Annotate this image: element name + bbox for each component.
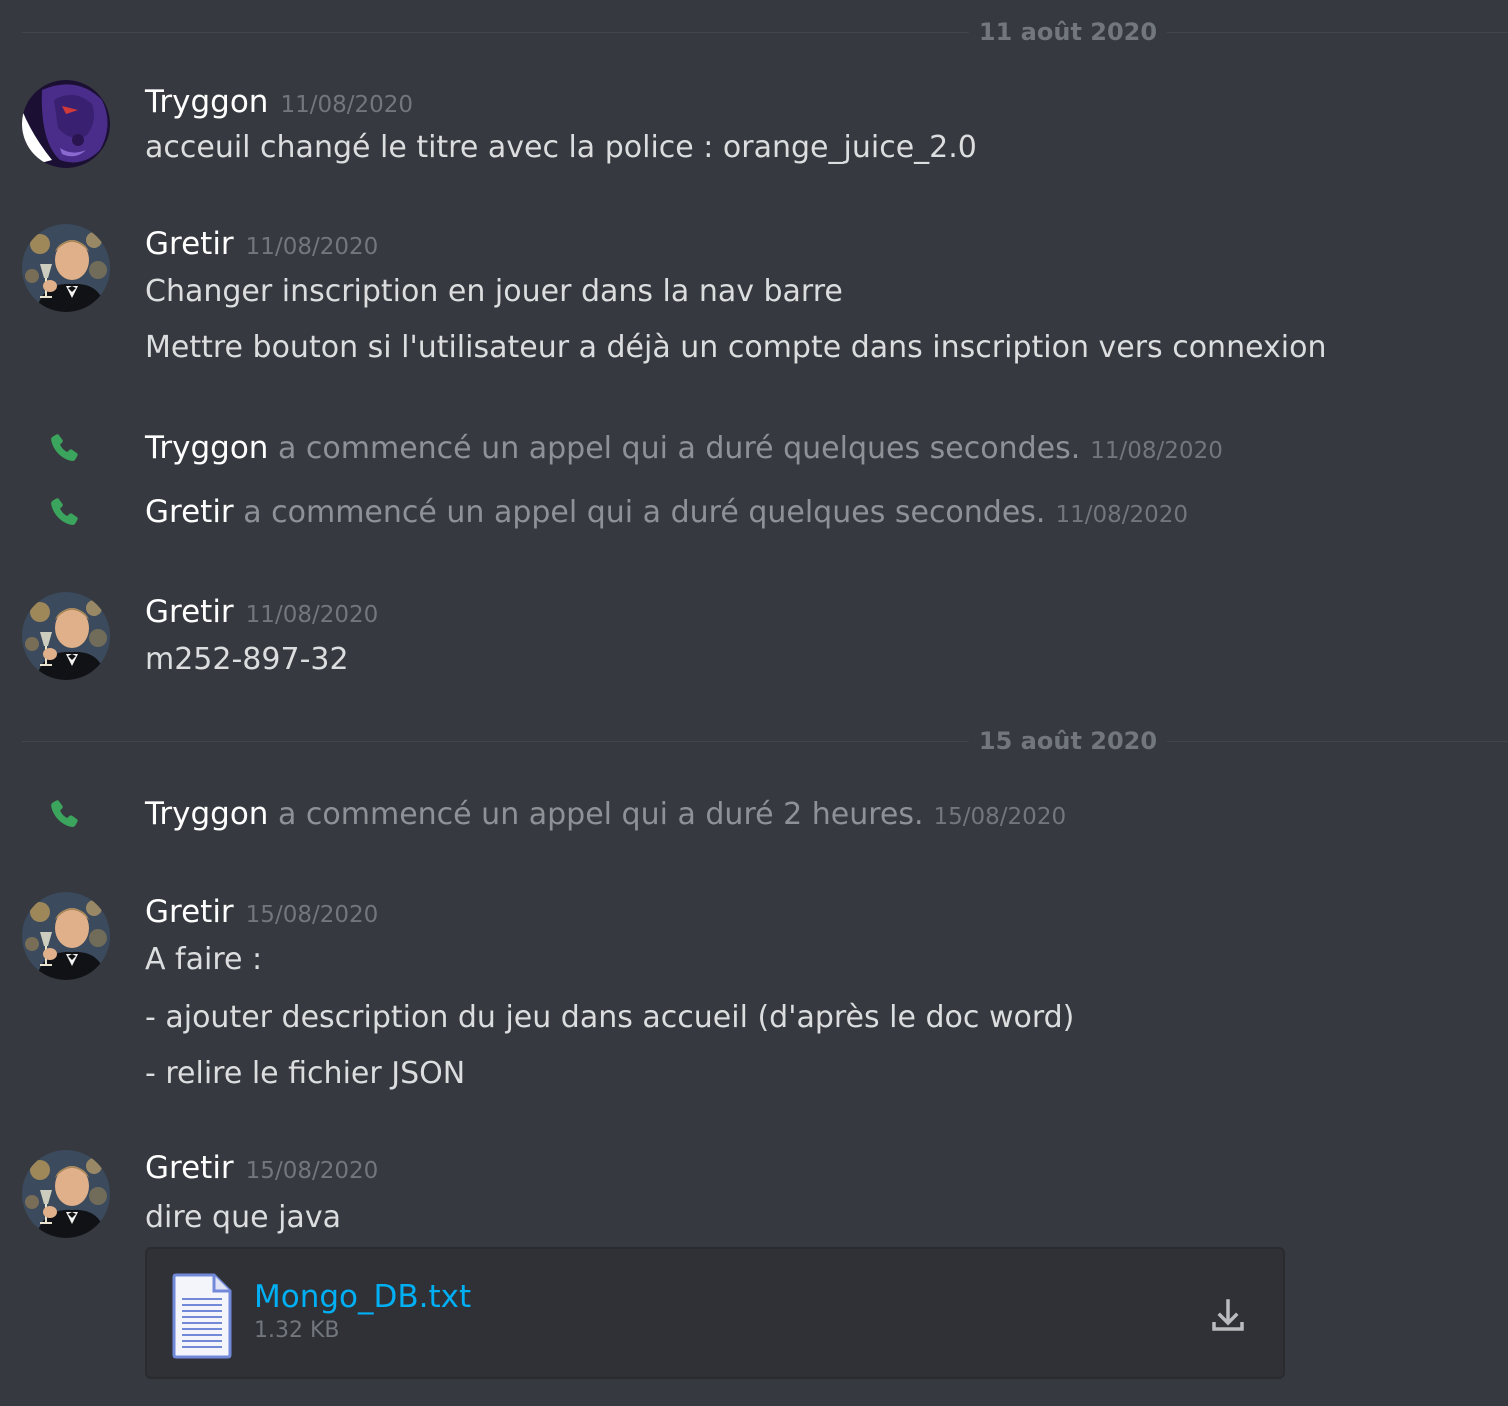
tryggon-avatar[interactable] xyxy=(22,80,110,168)
timestamp[interactable]: 11/08/2020 xyxy=(1055,502,1188,528)
call-text: a commencé un appel qui a duré quelques … xyxy=(243,495,1046,530)
message-text: - ajouter description du jeu dans accuei… xyxy=(145,1000,1075,1035)
message-text: - relire le fichier JSON xyxy=(145,1056,466,1091)
timestamp[interactable]: 11/08/2020 xyxy=(246,602,379,628)
message-text: acceuil changé le titre avec la police :… xyxy=(145,130,977,165)
gretir-avatar[interactable] xyxy=(22,224,110,312)
message-text: Mettre bouton si l'utilisateur a déjà un… xyxy=(145,330,1327,365)
gretir-avatar[interactable] xyxy=(22,592,110,680)
divider-line xyxy=(22,741,1508,742)
date-divider: 11 août 2020 xyxy=(22,17,1508,47)
file-name-link[interactable]: Mongo_DB.txt xyxy=(254,1279,471,1315)
call-system-message: Gretir a commencé un appel qui a duré qu… xyxy=(145,492,1188,535)
username[interactable]: Tryggon xyxy=(145,796,268,832)
call-system-message: Tryggon a commencé un appel qui a duré q… xyxy=(145,428,1223,471)
username[interactable]: Gretir xyxy=(145,494,234,530)
file-size: 1.32 KB xyxy=(254,1318,340,1343)
timestamp[interactable]: 15/08/2020 xyxy=(246,902,379,928)
date-divider: 15 août 2020 xyxy=(22,726,1508,756)
divider-label: 11 août 2020 xyxy=(968,17,1168,47)
username[interactable]: Gretir xyxy=(145,894,234,930)
call-text: a commencé un appel qui a duré 2 heures. xyxy=(278,797,924,832)
phone-icon xyxy=(46,797,84,835)
message-header: Gretir 15/08/2020 xyxy=(145,892,378,937)
timestamp[interactable]: 15/08/2020 xyxy=(246,1158,379,1184)
username[interactable]: Tryggon xyxy=(145,430,268,466)
chat-messages: 11 août 2020 Tryggon 11/08/2020 acceuil c… xyxy=(0,0,1508,1406)
message-header: Tryggon 11/08/2020 xyxy=(145,82,413,127)
text-file-icon xyxy=(172,1273,232,1359)
username[interactable]: Gretir xyxy=(145,1150,234,1186)
message-text: Changer inscription en jouer dans la nav… xyxy=(145,274,843,309)
divider-label: 15 août 2020 xyxy=(968,726,1168,756)
gretir-avatar[interactable] xyxy=(22,1150,110,1238)
phone-icon xyxy=(46,495,84,533)
message-text: A faire : xyxy=(145,942,263,977)
download-icon[interactable] xyxy=(1207,1291,1249,1339)
message-header: Gretir 15/08/2020 xyxy=(145,1148,378,1193)
phone-icon xyxy=(46,431,84,469)
file-attachment: Mongo_DB.txt 1.32 KB xyxy=(145,1247,1285,1379)
call-text: a commencé un appel qui a duré quelques … xyxy=(278,431,1081,466)
timestamp[interactable]: 11/08/2020 xyxy=(246,234,379,260)
message-text: m252-897-32 xyxy=(145,642,349,677)
timestamp[interactable]: 11/08/2020 xyxy=(1090,438,1223,464)
call-system-message: Tryggon a commencé un appel qui a duré 2… xyxy=(145,794,1066,837)
message-text: dire que java xyxy=(145,1200,341,1235)
timestamp[interactable]: 11/08/2020 xyxy=(280,92,413,118)
divider-line xyxy=(22,32,1508,33)
message-header: Gretir 11/08/2020 xyxy=(145,224,378,269)
username[interactable]: Gretir xyxy=(145,594,234,630)
message-header: Gretir 11/08/2020 xyxy=(145,592,378,637)
timestamp[interactable]: 15/08/2020 xyxy=(934,804,1067,830)
username[interactable]: Gretir xyxy=(145,226,234,262)
username[interactable]: Tryggon xyxy=(145,84,268,120)
gretir-avatar[interactable] xyxy=(22,892,110,980)
